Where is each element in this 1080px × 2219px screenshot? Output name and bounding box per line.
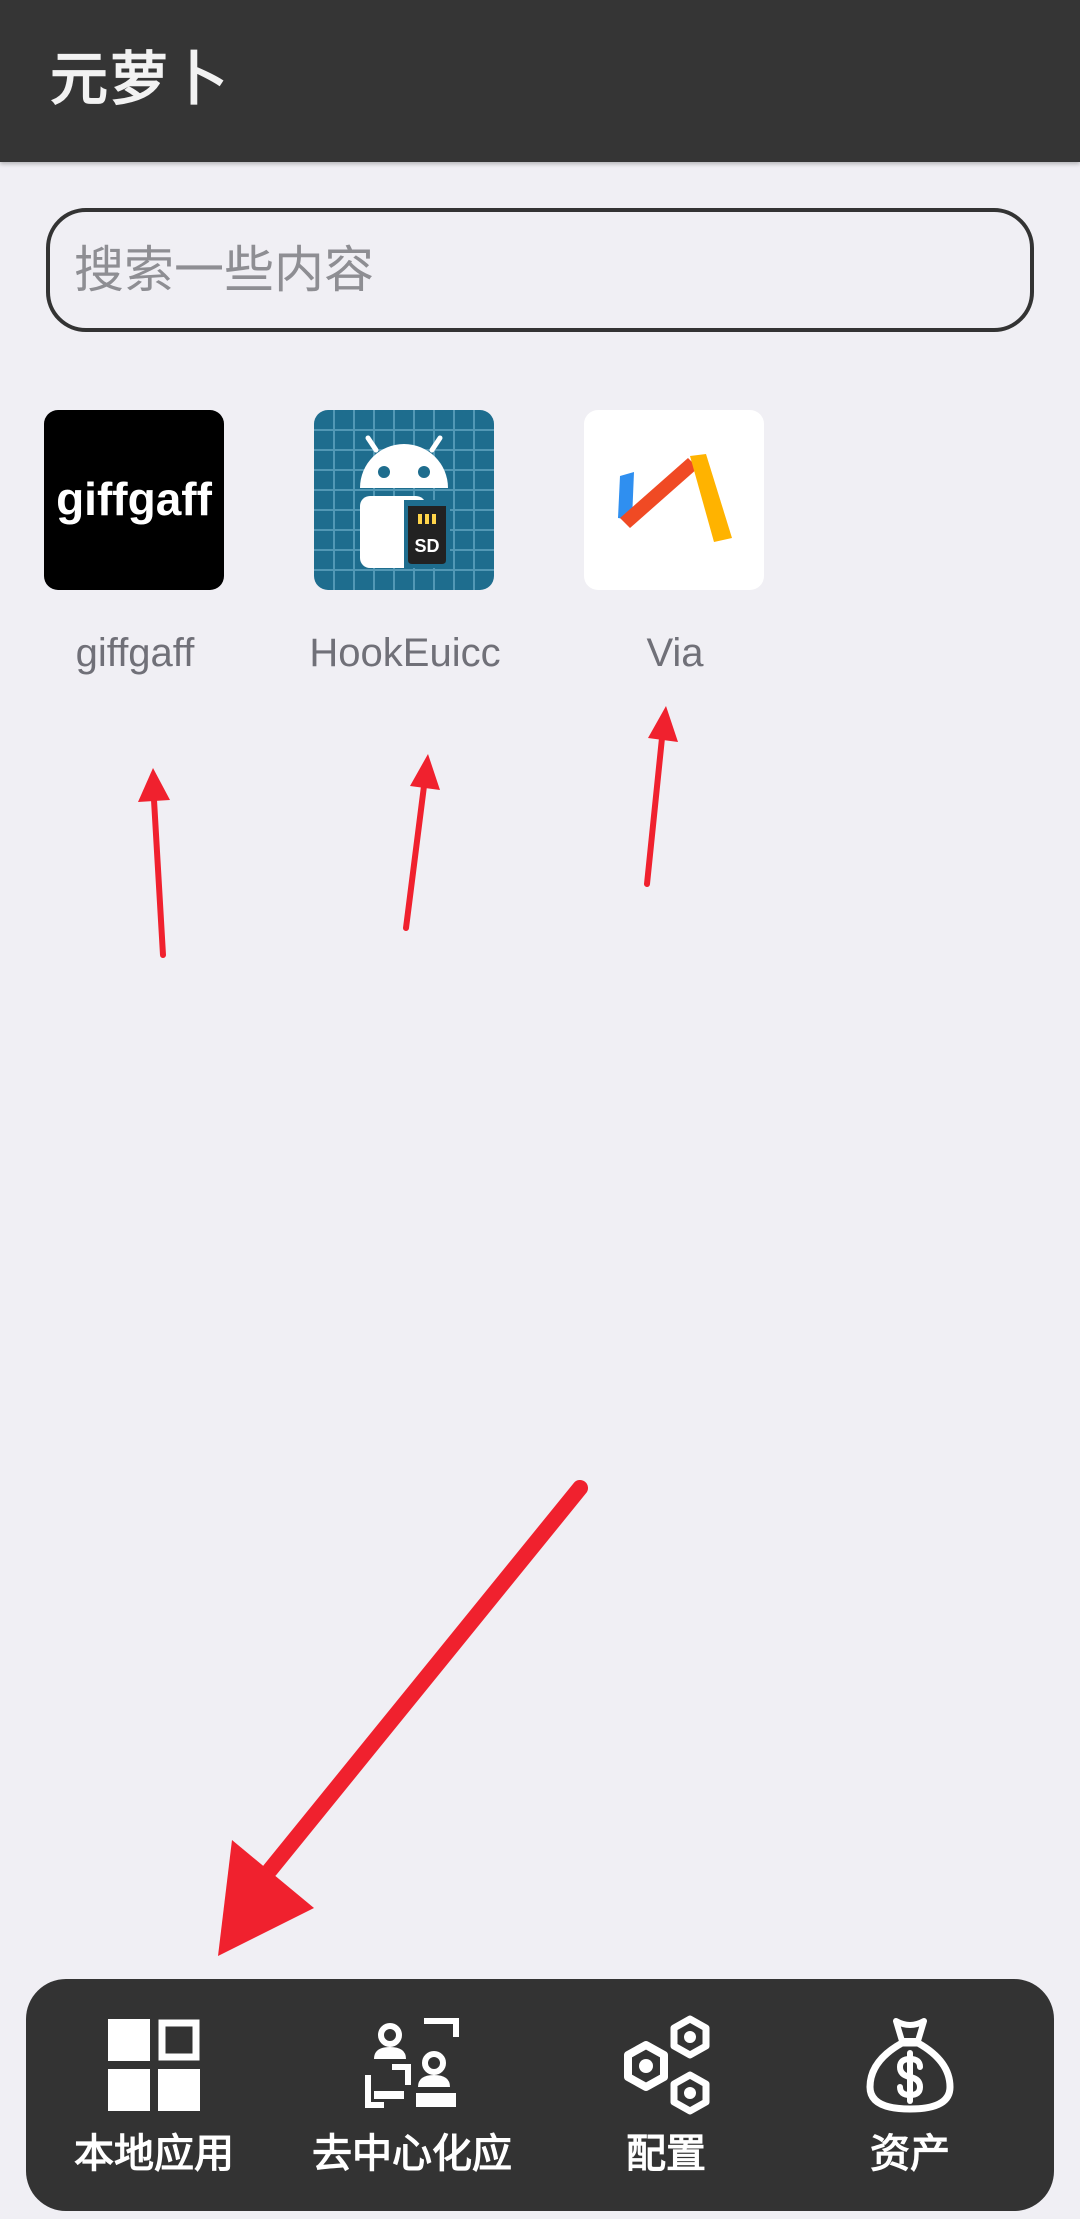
giffgaff-logo-text: giffgaff xyxy=(56,473,213,525)
via-browser-icon[interactable] xyxy=(584,410,764,590)
app-item-giffgaff[interactable]: giffgaff giffgaff xyxy=(10,410,260,690)
scan-users-icon xyxy=(362,2015,462,2115)
sd-card-text: SD xyxy=(414,536,439,556)
nav-item-assets[interactable]: 资产 xyxy=(790,1979,1030,2211)
app-item-hookeuicc[interactable]: SD HookEuicc xyxy=(280,410,530,690)
nav-item-local-apps[interactable]: 本地应用 xyxy=(34,1979,274,2211)
annotation-arrow-via xyxy=(644,706,678,887)
app-label-via: Via xyxy=(646,631,704,675)
grid-icon xyxy=(104,2015,204,2115)
app-bar: 元萝卜 xyxy=(0,0,1080,162)
annotation-arrows xyxy=(138,706,678,1956)
giffgaff-logo-icon[interactable]: giffgaff xyxy=(44,410,224,590)
app-label-hookeuicc: HookEuicc xyxy=(309,631,501,675)
money-bag-icon xyxy=(860,2015,960,2115)
android-sdcard-icon[interactable]: SD xyxy=(314,410,494,590)
annotation-arrow-hookeuicc xyxy=(403,754,440,931)
app-title: 元萝卜 xyxy=(50,45,231,113)
search-input[interactable] xyxy=(74,226,1004,314)
bottom-nav: 本地应用 去中心化应 配置 资产 xyxy=(26,1979,1054,2211)
search-box[interactable] xyxy=(46,208,1034,332)
hexagons-icon xyxy=(616,2015,716,2115)
annotation-arrow-giffgaff xyxy=(138,768,170,958)
app-item-via[interactable]: Via xyxy=(550,410,800,690)
nav-label-decentralized-apps: 去中心化应 xyxy=(312,2131,512,2177)
nav-item-decentralized-apps[interactable]: 去中心化应 xyxy=(292,1979,532,2211)
app-label-giffgaff: giffgaff xyxy=(75,631,195,675)
annotation-arrow-nav xyxy=(218,1480,588,1956)
nav-item-config[interactable]: 配置 xyxy=(546,1979,786,2211)
nav-label-assets: 资产 xyxy=(870,2131,950,2177)
nav-label-config: 配置 xyxy=(626,2131,706,2177)
nav-label-local-apps: 本地应用 xyxy=(74,2131,234,2177)
